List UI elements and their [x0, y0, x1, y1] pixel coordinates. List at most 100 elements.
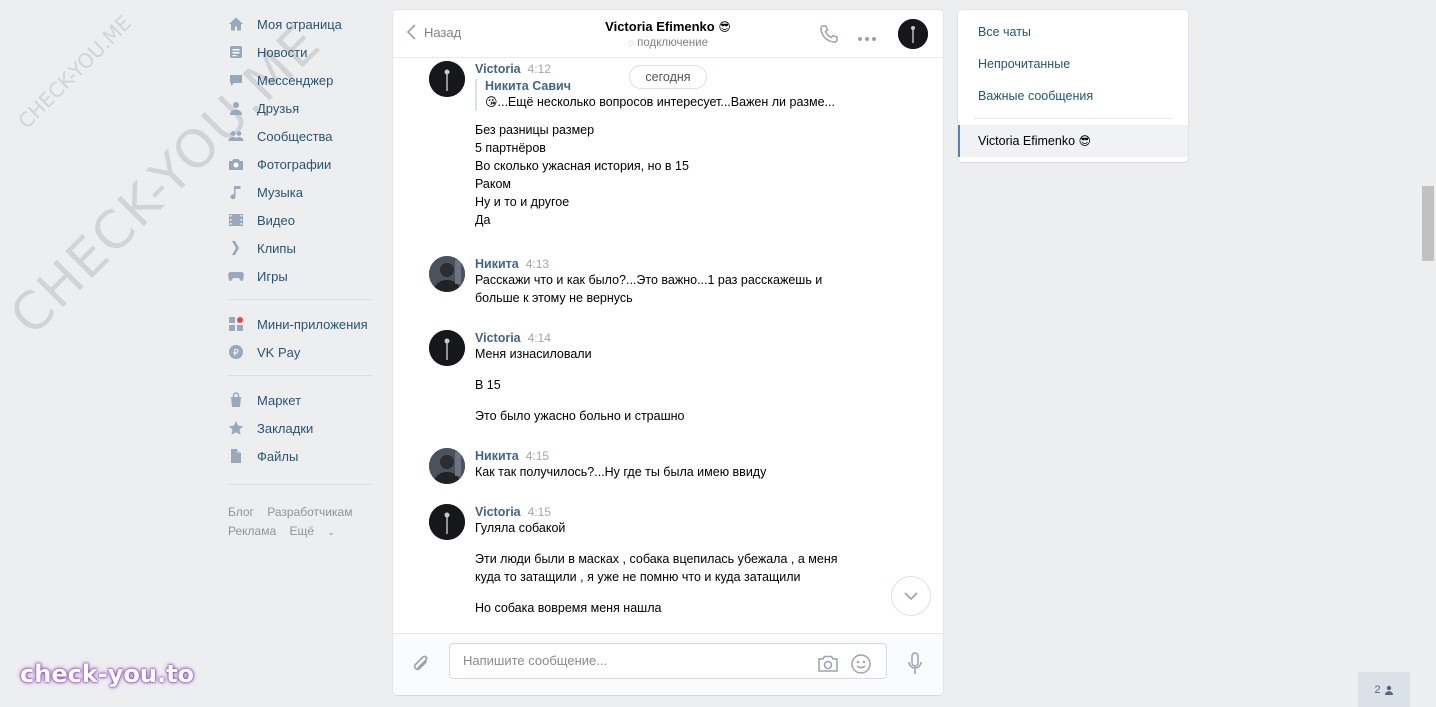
message-text: Это было ужасно больно и страшно	[475, 409, 685, 423]
svg-text:₽: ₽	[233, 349, 239, 359]
nav-item-vkpay[interactable]: ₽ VK Pay	[226, 338, 376, 366]
music-icon	[228, 184, 244, 200]
scroll-to-bottom-button[interactable]	[891, 576, 931, 616]
message-text: Ну и то и другое	[475, 195, 570, 209]
nav-label: VK Pay	[257, 344, 301, 360]
message-text: Эти люди были в масках , собака вцепилас…	[475, 552, 838, 566]
video-icon	[228, 212, 244, 228]
chat-header: Назад Victoria Efimenko 😎 ◌ подключение	[393, 10, 943, 58]
message-text: Во сколько ужасная история, но в 15	[475, 159, 689, 173]
nav-item-bookmarks[interactable]: Закладки	[226, 414, 376, 442]
chat-panel: Назад Victoria Efimenko 😎 ◌ подключение …	[393, 10, 943, 695]
author-avatar[interactable]	[429, 61, 465, 97]
chat-filters-panel: Все чаты Непрочитанные Важные сообщения …	[958, 10, 1188, 162]
voice-record-button[interactable]	[907, 652, 923, 679]
message-text: Расскажи что и как было?...Это важно...1…	[475, 273, 823, 287]
message-time: 4:13	[525, 257, 550, 271]
message-author[interactable]: Victoria	[475, 62, 521, 76]
filter-unread[interactable]: Непрочитанные	[958, 48, 1188, 80]
message-text: больше к этому не вернусь	[475, 291, 633, 305]
emoji-button[interactable]	[850, 653, 872, 678]
nav-item-my-page[interactable]: Моя страница	[226, 10, 376, 38]
message-text: Раком	[475, 177, 512, 191]
online-friends-button[interactable]: 2	[1358, 672, 1410, 707]
star-icon	[228, 420, 244, 436]
person-icon	[1384, 685, 1393, 695]
active-chat-name: Victoria Efimenko	[978, 134, 1076, 148]
message-item: Никита 4:13 Расскажи что и как было?...Эт…	[429, 256, 889, 307]
online-count: 2	[1374, 683, 1381, 696]
clips-icon	[228, 240, 244, 256]
nav-label: Мессенджер	[257, 72, 334, 88]
nav-item-news[interactable]: Новости	[226, 38, 376, 66]
filter-important[interactable]: Важные сообщения	[958, 80, 1188, 112]
message-item: Victoria 4:15 Гуляла собакой Эти люди был…	[429, 504, 889, 617]
footer-more-label: Ещё	[289, 524, 315, 538]
messenger-icon	[228, 72, 244, 88]
nav-item-friends[interactable]: Друзья	[226, 94, 376, 122]
message-text: Да	[475, 213, 491, 227]
home-icon	[228, 16, 244, 32]
left-nav: Моя страница Новости Мессенджер Друзья С…	[226, 10, 376, 542]
author-avatar[interactable]	[429, 330, 465, 366]
sunglasses-emoji: 😎	[718, 20, 731, 34]
page-scrollbar-thumb[interactable]	[1422, 186, 1434, 261]
forwarded-message[interactable]: Никита Савич 😘...Ещё несколько вопросов …	[475, 79, 889, 111]
call-button[interactable]	[819, 24, 839, 47]
nav-label: Моя страница	[257, 16, 342, 32]
nav-label: Музыка	[257, 184, 303, 200]
nav-item-files[interactable]: Файлы	[226, 442, 376, 470]
nav-item-music[interactable]: Музыка	[226, 178, 376, 206]
message-time: 4:14	[527, 331, 551, 345]
nav-label: Игры	[257, 268, 288, 284]
footer-link-ads[interactable]: Реклама	[228, 524, 276, 538]
chevron-down-icon: ⌄	[327, 527, 335, 537]
camera-button[interactable]	[817, 655, 839, 676]
nav-item-games[interactable]: Игры	[226, 262, 376, 290]
message-history[interactable]: сегодня Victoria 4:12 Никита Савич 😘...Ещ…	[393, 59, 943, 633]
nav-item-messenger[interactable]: Мессенджер	[226, 66, 376, 94]
footer-link-developers[interactable]: Разработчикам	[267, 505, 352, 519]
nav-label: Маркет	[257, 392, 302, 408]
panel-divider	[974, 118, 1172, 119]
peer-status-text: подключение	[637, 37, 709, 49]
message-item: Никита 4:15 Как так получилось?...Ну где …	[429, 448, 889, 484]
footer-link-more[interactable]: Ещё ⌄	[289, 524, 344, 538]
communities-icon	[228, 128, 244, 144]
phone-icon	[820, 25, 838, 43]
active-chat-item[interactable]: Victoria Efimenko 😎	[958, 125, 1188, 157]
footer-link-blog[interactable]: Блог	[228, 505, 254, 519]
filter-all-chats[interactable]: Все чаты	[958, 16, 1188, 48]
author-avatar[interactable]	[429, 256, 465, 292]
message-author[interactable]: Никита	[475, 257, 519, 271]
message-text: Как так получилось?...Ну где ты была име…	[475, 465, 767, 479]
file-icon	[228, 448, 244, 464]
camera-icon	[818, 655, 838, 672]
vkpay-icon: ₽	[228, 344, 244, 360]
peer-name-text: Victoria Efimenko	[605, 19, 715, 34]
nav-item-communities[interactable]: Сообщества	[226, 122, 376, 150]
more-button[interactable]	[857, 30, 877, 45]
author-avatar[interactable]	[429, 504, 465, 540]
nav-item-market[interactable]: Маркет	[226, 386, 376, 414]
message-author[interactable]: Никита	[475, 449, 519, 463]
nav-label: Клипы	[257, 240, 296, 256]
forwarded-text: ...Ещё несколько вопросов интересует...В…	[497, 95, 835, 109]
nav-item-clips[interactable]: Клипы	[226, 234, 376, 262]
nav-item-mini-apps[interactable]: Мини-приложения	[226, 310, 376, 338]
message-time: 4:15	[525, 449, 550, 463]
nav-label: Закладки	[257, 420, 314, 436]
apps-icon	[228, 316, 244, 332]
nav-label: Новости	[257, 44, 308, 60]
watermark-small: CHECK-YOU.ME	[13, 10, 136, 134]
message-text: Но собака вовремя меня нашла	[475, 601, 662, 615]
message-author[interactable]: Victoria	[475, 505, 521, 519]
attach-button[interactable]	[411, 653, 431, 678]
author-avatar[interactable]	[429, 448, 465, 484]
nav-item-video[interactable]: Видео	[226, 206, 376, 234]
message-text: Без разницы размер	[475, 123, 595, 137]
nav-label: Видео	[257, 212, 295, 228]
peer-avatar[interactable]	[898, 19, 928, 49]
nav-item-photos[interactable]: Фотографии	[226, 150, 376, 178]
message-author[interactable]: Victoria	[475, 331, 521, 345]
